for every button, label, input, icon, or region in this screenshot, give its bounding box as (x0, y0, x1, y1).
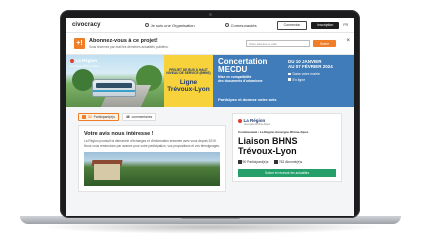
project-info-card: La Région Auvergne-Rhône-Alpes Communaut… (232, 113, 342, 183)
bullet-icon (288, 78, 291, 81)
project-banner: La Région Auvergne-Rhône-Alpes PROJET DE… (66, 55, 354, 107)
option-online-label: En ligne (292, 77, 306, 82)
community-breadcrumb[interactable]: Communauté • La Région Auvergne-Rhône-Al… (238, 130, 336, 134)
follow-project-button[interactable]: Suivre et recevoir les actualités (238, 169, 336, 178)
region-logo: La Région (70, 58, 97, 63)
participants-count: 32 (88, 115, 92, 119)
region-tagline: Auvergne-Rhône-Alpes (70, 64, 100, 68)
line-name-1: Ligne (179, 79, 198, 87)
region-logo-icon (238, 118, 242, 123)
region-logo-text: La Région (75, 58, 98, 63)
communities-link-label: Communautés (230, 22, 257, 28)
org-link-label: Je suis une Organisation (150, 22, 195, 28)
region-logo-sub: Auvergne-Rhône-Alpes (244, 123, 270, 126)
comments-label: commentaires (131, 115, 153, 119)
people-icon (238, 160, 242, 164)
subscribe-description: Vous recevrez par mail les dernières act… (89, 45, 169, 49)
intro-card: Votre avis nous intéresse ! La Région po… (78, 125, 226, 193)
site-header: civocracy Je suis une Organisation Commu… (66, 18, 354, 33)
close-icon[interactable]: × (346, 38, 350, 44)
participants-stat: 90 Participant(e)s (238, 160, 268, 164)
option-mairie-label: Dans votre mairie (292, 72, 320, 76)
communities-link[interactable]: Communautés (224, 22, 257, 28)
concertation-dates: DU 10 JANVIER AU 07 FÉVRIER 2024 (288, 59, 333, 69)
subscribe-badge-icon: +! (74, 38, 85, 49)
left-column: 32 Participant(e)s 46 commentaires Votre… (78, 113, 226, 193)
subscribe-form: Votre adresse e-mail Suivre (245, 40, 336, 47)
bullet-icon (288, 72, 291, 76)
language-select[interactable]: FR (343, 23, 348, 27)
site-logo[interactable]: civocracy (72, 22, 101, 28)
banner-yellow-panel: PROJET DE BUS À HAUT NIVEAU DE SERVICE (… (164, 55, 213, 107)
community-icon (224, 23, 229, 27)
house-shape (94, 164, 120, 181)
project-title-2: Trévoux-Lyon (238, 145, 297, 156)
header-actions: Connexion Inscription FR (276, 20, 348, 30)
follow-button[interactable]: Suivre (312, 40, 336, 47)
subscribe-title: Abonnez-vous à ce projet! (89, 38, 158, 44)
user-icon (144, 23, 149, 27)
login-button[interactable]: Connexion (276, 20, 308, 30)
intro-text: La Région poursuit la démarche d'échange… (84, 139, 220, 148)
option-online: En ligne (288, 78, 320, 84)
tree-shape (72, 69, 94, 91)
stats-row: 32 Participant(e)s 46 commentaires (78, 113, 226, 121)
date-end: AU 07 FÉVRIER 2024 (288, 64, 333, 70)
comments-pill[interactable]: 46 commentaires (121, 113, 157, 121)
banner-blue-panel: Concertation MECDU Mise en compatibilité… (213, 55, 354, 107)
participants-label: Participant(e)s (93, 115, 115, 119)
subscribe-bar: +! Abonnez-vous à ce projet! Vous recevr… (66, 33, 354, 55)
comments-count: 46 (125, 115, 130, 119)
members-stat: 762 Abonné(e)s (274, 160, 302, 164)
concertation-sub-2: des documents d'urbanisme (218, 78, 263, 83)
participants-icon (82, 115, 86, 119)
laptop-bezel: civocracy Je suis une Organisation Commu… (60, 10, 360, 218)
project-type: PROJET DE BUS À HAUT NIVEAU DE SERVICE (… (166, 67, 211, 76)
signup-button[interactable]: Inscription (311, 21, 340, 29)
org-link[interactable]: Je suis une Organisation (144, 22, 195, 28)
banner-footer: Participez et donnez votre avis (218, 97, 277, 102)
right-column: La Région Auvergne-Rhône-Alpes Communaut… (232, 113, 342, 192)
region-logo-icon (70, 58, 74, 63)
line-name-2: Trévoux-Lyon (167, 86, 210, 94)
bus-window (96, 83, 132, 88)
bus-photo: La Région Auvergne-Rhône-Alpes (66, 55, 164, 107)
participants-stat-label: 90 Participant(e)s (242, 160, 269, 165)
subscribe-text: Abonnez-vous à ce projet! Vous recevrez … (89, 38, 169, 49)
intro-title: Votre avis nous intéresse ! (84, 131, 154, 137)
participants-pill[interactable]: 32 Participant(e)s (78, 113, 119, 121)
members-stat-label: 762 Abonné(e)s (278, 160, 303, 165)
main-content: 32 Participant(e)s 46 commentaires Votre… (66, 107, 354, 193)
bell-icon (274, 160, 278, 164)
screen: civocracy Je suis une Organisation Commu… (66, 18, 354, 216)
bus-stripe (93, 90, 135, 92)
project-stats: 90 Participant(e)s 762 Abonné(e)s (238, 160, 336, 164)
house-photo (84, 152, 220, 187)
email-input[interactable]: Votre adresse e-mail (245, 40, 310, 47)
bus-icon (92, 79, 136, 97)
participation-options: Dans votre mairie En ligne (288, 72, 320, 83)
camera-icon (209, 13, 212, 16)
